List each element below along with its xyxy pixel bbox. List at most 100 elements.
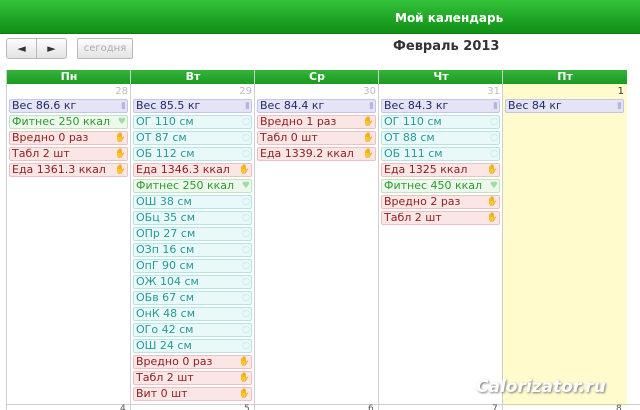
calendar-event[interactable]: Табл 2 шт ✋ [9, 147, 128, 161]
calendar-event[interactable]: ОБц 35 см ◌ [133, 211, 252, 225]
calendar-event[interactable]: ОБв 67 см ◌ [133, 291, 252, 305]
calendar-event[interactable]: Фитнес 250 ккал ♥ [133, 179, 252, 193]
event-label: Вредно 2 раз [384, 195, 461, 208]
event-label: Еда 1325 ккал [384, 163, 468, 176]
day-column: Ср 30 Вес 84.4 кг ▮ Вредно 1 раз ✋ Табл 0 шт ✋ Е… [254, 70, 379, 410]
calendar-event[interactable]: Еда 1361.3 ккал ✋ [9, 163, 128, 177]
hand-icon: ✋ [362, 149, 374, 159]
heart-icon: ♥ [117, 117, 126, 127]
calendar-event[interactable]: ОпГ 90 см ◌ [133, 259, 252, 273]
hand-icon: ✋ [362, 133, 374, 143]
today-button[interactable]: сегодня [77, 38, 133, 59]
hand-icon: ✋ [486, 165, 498, 175]
calendar-event[interactable]: Табл 0 шт ✋ [257, 131, 376, 145]
hand-icon: ✋ [486, 197, 498, 207]
event-label: Еда 1361.3 ккал [12, 163, 106, 176]
calendar-event[interactable]: Вредно 2 раз ✋ [381, 195, 500, 209]
hand-icon: ✋ [486, 213, 498, 223]
event-label: ОнК 48 см [136, 307, 195, 320]
event-label: ОТ 88 см [384, 131, 435, 144]
hand-icon: ✋ [114, 133, 126, 143]
refresh-icon: ◌ [490, 149, 498, 159]
day-number: 5 [244, 404, 250, 410]
day-cell[interactable]: 31 Вес 84.3 кг ▮ ОГ 110 см ◌ ОТ 88 см ◌ ОБ 111 … [379, 84, 503, 406]
event-label: Еда 1346.3 ккал [136, 163, 230, 176]
calendar-event[interactable]: Еда 1339.2 ккал ✋ [257, 147, 376, 161]
event-label: Вес 86.6 кг [12, 99, 77, 112]
calendar-event[interactable]: Табл 2 шт ✋ [133, 371, 252, 385]
doc-icon: ▮ [369, 101, 374, 111]
calendar-event[interactable]: ОШ 24 см ◌ [133, 339, 252, 353]
refresh-icon: ◌ [242, 309, 250, 319]
hand-icon: ✋ [362, 117, 374, 127]
day-number: 6 [368, 404, 374, 410]
event-label: Вес 84.4 кг [260, 99, 325, 112]
day-column: Пт 1 Вес 84 кг ▮ [502, 70, 627, 410]
event-list: Вес 84.3 кг ▮ ОГ 110 см ◌ ОТ 88 см ◌ ОБ 111 см… [381, 99, 500, 227]
calendar-event[interactable]: ОТ 87 см ◌ [133, 131, 252, 145]
calendar-event[interactable]: ОТ 88 см ◌ [381, 131, 500, 145]
calendar-event[interactable]: Фитнес 250 ккал ♥ [9, 115, 128, 129]
refresh-icon: ◌ [242, 277, 250, 287]
day-column: Чт 31 Вес 84.3 кг ▮ ОГ 110 см ◌ ОТ 88 см ◌ ОБ 11… [378, 70, 503, 410]
calendar-event[interactable]: Фитнес 450 ккал ♥ [381, 179, 500, 193]
doc-icon: ▮ [245, 101, 250, 111]
day-cell[interactable]: 29 Вес 85.5 кг ▮ ОГ 110 см ◌ ОТ 87 см ◌ ОБ 112 … [131, 84, 255, 406]
calendar-event[interactable]: Вес 84 кг ▮ [505, 99, 624, 113]
calendar-event[interactable]: Вредно 0 раз ✋ [133, 355, 252, 369]
calendar-event[interactable]: Табл 2 шт ✋ [381, 211, 500, 225]
calendar-event[interactable]: Вес 86.6 кг ▮ [9, 99, 128, 113]
next-month-button[interactable]: ► [36, 38, 67, 59]
weekday-header: Ср [255, 70, 379, 84]
day-column: Пн 28 Вес 86.6 кг ▮ Фитнес 250 ккал ♥ Вредно 0… [6, 70, 131, 410]
event-label: ОГо 42 см [136, 323, 194, 336]
event-label: Вредно 0 раз [136, 355, 213, 368]
calendar-event[interactable]: Еда 1325 ккал ✋ [381, 163, 500, 177]
refresh-icon: ◌ [242, 261, 250, 271]
calendar-event[interactable]: Вес 84.4 кг ▮ [257, 99, 376, 113]
watermark-logo: Calorizator.ru [476, 377, 606, 397]
event-label: ОБц 35 см [136, 211, 196, 224]
calendar-event[interactable]: ОШ 38 см ◌ [133, 195, 252, 209]
refresh-icon: ◌ [242, 197, 250, 207]
prev-month-button[interactable]: ◄ [6, 38, 37, 59]
calendar-title: Мой календарь [395, 11, 504, 25]
calendar-event[interactable]: Вес 84.3 кг ▮ [381, 99, 500, 113]
event-label: ОБ 112 см [136, 147, 195, 160]
calendar-event[interactable]: ОЗп 16 см ◌ [133, 243, 252, 257]
day-cell[interactable]: 30 Вес 84.4 кг ▮ Вредно 1 раз ✋ Табл 0 шт ✋ Еда… [255, 84, 379, 406]
calendar-event[interactable]: ОГ 110 см ◌ [381, 115, 500, 129]
event-label: Вес 85.5 кг [136, 99, 201, 112]
hand-icon: ✋ [114, 165, 126, 175]
refresh-icon: ◌ [242, 213, 250, 223]
event-label: ОЗп 16 см [136, 243, 195, 256]
calendar-event[interactable]: Вес 85.5 кг ▮ [133, 99, 252, 113]
month-label: Февраль 2013 [393, 39, 500, 54]
calendar-event[interactable]: ОПр 27 см ◌ [133, 227, 252, 241]
day-number: 7 [492, 404, 498, 410]
calendar-event[interactable]: Еда 1346.3 ккал ✋ [133, 163, 252, 177]
event-label: ОБв 67 см [136, 291, 195, 304]
calendar-event[interactable]: Вредно 1 раз ✋ [257, 115, 376, 129]
day-number: 30 [363, 86, 376, 97]
calendar-event[interactable]: Вредно 0 раз ✋ [9, 131, 128, 145]
event-label: ОШ 24 см [136, 339, 192, 352]
calendar-event[interactable]: ОнК 48 см ◌ [133, 307, 252, 321]
event-label: Вредно 1 раз [260, 115, 337, 128]
refresh-icon: ◌ [242, 117, 250, 127]
event-label: ОГ 110 см [384, 115, 442, 128]
event-label: Еда 1339.2 ккал [260, 147, 354, 160]
calendar-event[interactable]: Вит 0 шт ✋ [133, 387, 252, 401]
day-number: 4 [120, 404, 126, 410]
calendar-event[interactable]: ОГо 42 см ◌ [133, 323, 252, 337]
calendar-event[interactable]: ОГ 110 см ◌ [133, 115, 252, 129]
refresh-icon: ◌ [242, 245, 250, 255]
event-label: ОШ 38 см [136, 195, 192, 208]
day-cell[interactable]: 28 Вес 86.6 кг ▮ Фитнес 250 ккал ♥ Вредно 0 р… [7, 84, 131, 406]
calendar-event[interactable]: ОЖ 104 см ◌ [133, 275, 252, 289]
event-label: Вес 84 кг [508, 99, 562, 112]
weekday-header: Вт [131, 70, 255, 84]
calendar-event[interactable]: ОБ 111 см ◌ [381, 147, 500, 161]
calendar-event[interactable]: ОБ 112 см ◌ [133, 147, 252, 161]
day-cell[interactable]: 1 Вес 84 кг ▮ [503, 84, 627, 406]
